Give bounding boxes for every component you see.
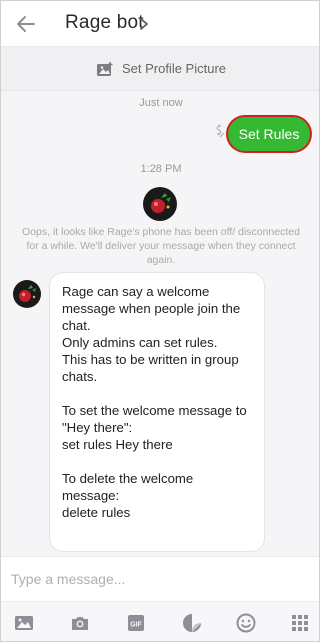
message-list[interactable]: Just now Set Rules 1:28 PM Oops, it look… <box>1 91 319 556</box>
sticker-icon[interactable] <box>181 612 203 634</box>
chat-title[interactable]: Rage bot <box>65 12 144 34</box>
gif-icon[interactable]: GIF <box>125 612 147 634</box>
set-profile-picture-label: Set Profile Picture <box>121 61 227 76</box>
bot-avatar[interactable] <box>143 187 177 221</box>
message-text-line: Only admins can set rules. <box>62 335 218 350</box>
emoji-icon[interactable] <box>235 612 257 634</box>
composer-toolbar: GIF <box>1 601 319 641</box>
gallery-icon[interactable] <box>13 612 35 634</box>
timestamp-just-now: Just now <box>139 97 183 109</box>
add-photo-icon <box>96 61 113 76</box>
back-arrow-icon[interactable] <box>15 13 37 35</box>
message-text-line: This has to be written in group chats. <box>62 352 239 384</box>
message-text-line: delete rules <box>62 505 131 520</box>
timestamp-1: 1:28 PM <box>140 163 182 175</box>
chat-header: Rage bot <box>1 1 319 47</box>
received-message-bubble[interactable]: Rage can say a welcome message when peop… <box>49 272 265 552</box>
sending-status-icon <box>216 124 225 138</box>
message-composer <box>1 556 319 601</box>
message-text-line: set rules Hey there <box>62 437 173 452</box>
camera-icon[interactable] <box>69 612 91 634</box>
set-profile-picture-button[interactable]: Set Profile Picture <box>1 47 319 91</box>
message-input[interactable] <box>11 565 311 593</box>
message-text-line: To set the welcome message to "Hey there… <box>62 403 247 435</box>
bot-message-avatar[interactable] <box>13 280 41 308</box>
svg-text:GIF: GIF <box>130 622 142 629</box>
message-text-line: Rage can say a welcome message when peop… <box>62 284 241 333</box>
message-text-line: To delete the welcome message: <box>62 471 194 503</box>
sent-message-bubble[interactable]: Set Rules <box>228 117 310 151</box>
more-apps-icon[interactable] <box>289 612 311 634</box>
offline-notice: Oops, it looks like Rage's phone has bee… <box>22 226 300 266</box>
chat-screen: Rage bot Set Profile Picture Just now Se… <box>0 0 320 642</box>
chevron-right-icon[interactable] <box>139 17 149 31</box>
